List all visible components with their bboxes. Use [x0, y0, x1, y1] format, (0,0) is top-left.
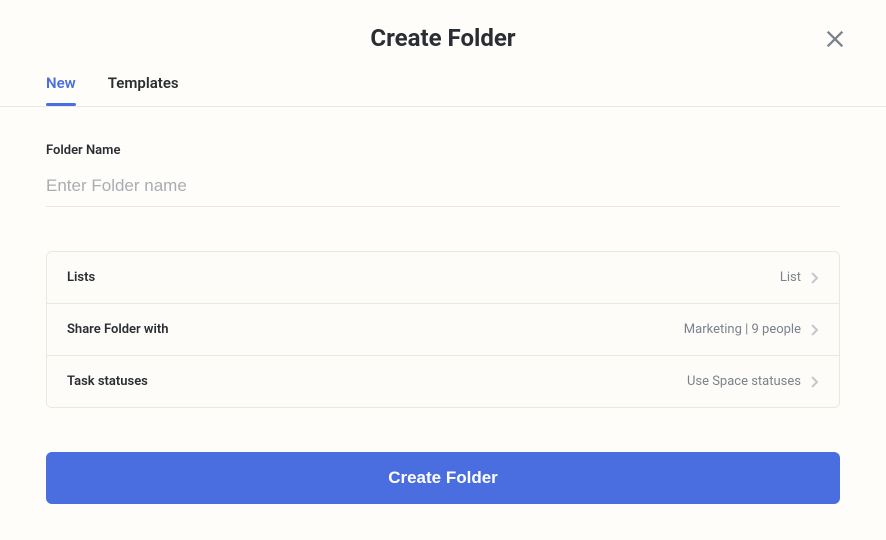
- option-lists[interactable]: Lists List: [47, 252, 839, 304]
- option-share-folder[interactable]: Share Folder with Marketing | 9 people: [47, 304, 839, 356]
- folder-name-input[interactable]: [46, 170, 840, 207]
- close-icon[interactable]: [824, 28, 846, 54]
- options-list: Lists List Share Folder with Marketing |…: [46, 251, 840, 408]
- tabs: New Templates: [0, 52, 886, 107]
- tab-new[interactable]: New: [46, 74, 76, 106]
- chevron-right-icon: [811, 272, 819, 284]
- option-label: Task statuses: [67, 374, 148, 389]
- modal-title: Create Folder: [0, 24, 886, 52]
- option-label: Lists: [67, 270, 95, 285]
- option-value: List: [780, 270, 801, 285]
- option-value: Marketing | 9 people: [684, 322, 801, 337]
- tab-templates[interactable]: Templates: [108, 74, 179, 106]
- submit-area: Create Folder: [0, 408, 886, 504]
- option-value: Use Space statuses: [687, 374, 801, 389]
- folder-name-label: Folder Name: [46, 143, 840, 158]
- form-content: Folder Name Lists List Share Folder with…: [0, 107, 886, 408]
- modal-header: Create Folder: [0, 0, 886, 52]
- option-label: Share Folder with: [67, 322, 169, 337]
- chevron-right-icon: [811, 324, 819, 336]
- create-folder-button[interactable]: Create Folder: [46, 452, 840, 504]
- chevron-right-icon: [811, 376, 819, 388]
- option-task-statuses[interactable]: Task statuses Use Space statuses: [47, 356, 839, 407]
